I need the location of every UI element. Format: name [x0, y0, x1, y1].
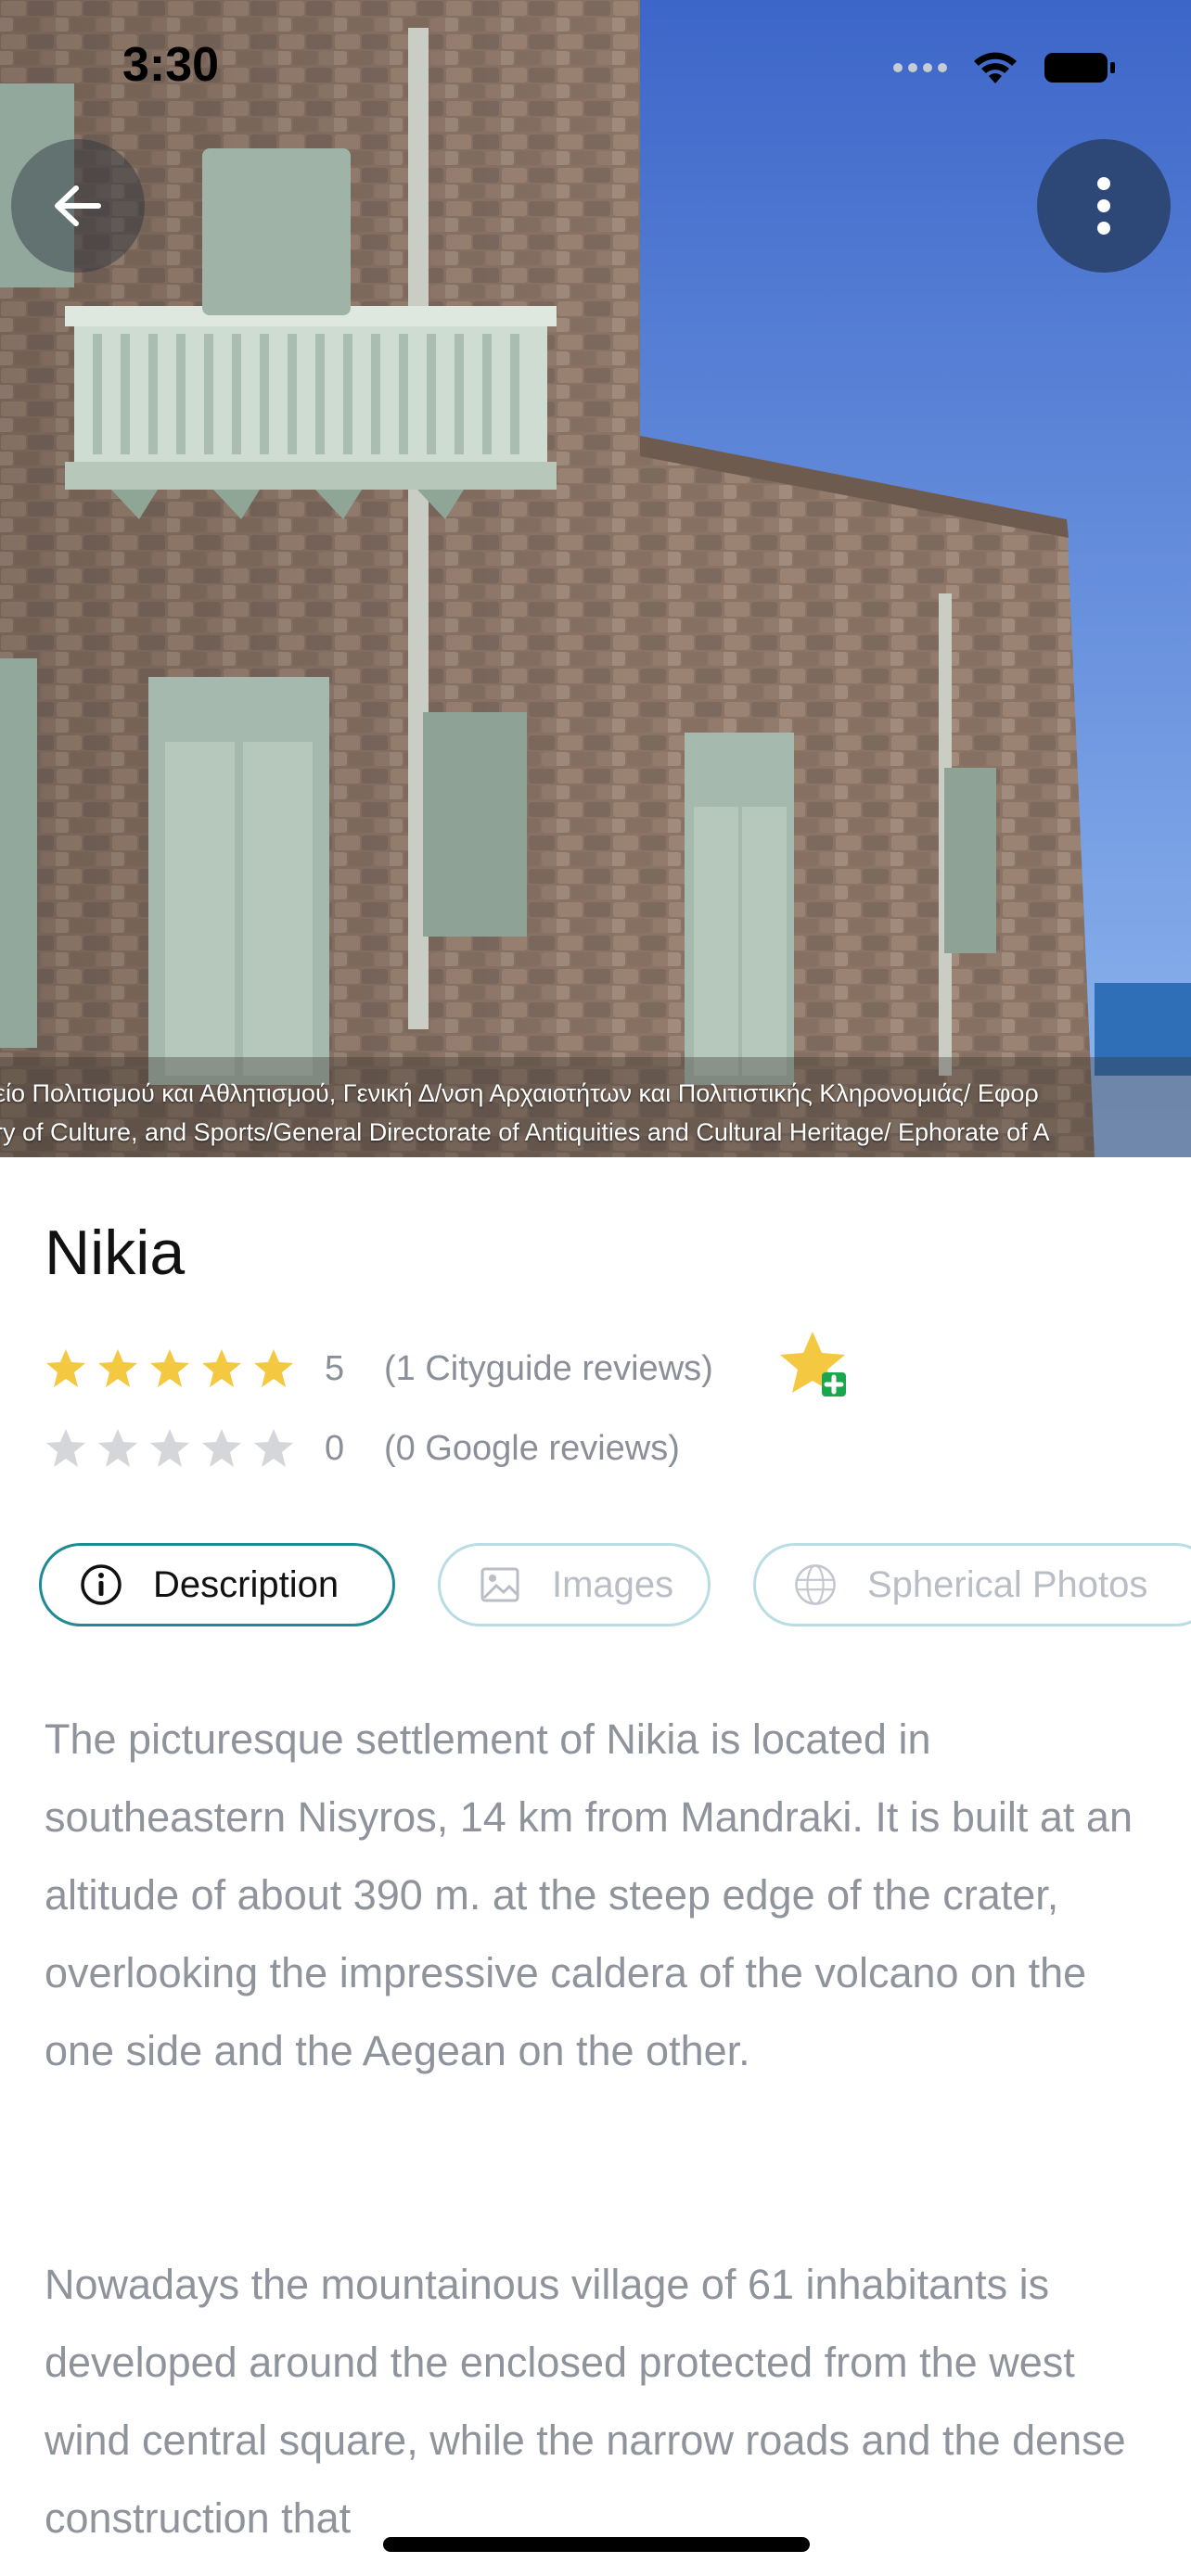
status-bar: 3:30 — [0, 0, 1191, 130]
add-favorite-button[interactable] — [779, 1328, 853, 1402]
cellular-signal-icon — [893, 63, 947, 72]
battery-icon — [1044, 53, 1115, 83]
tab-images[interactable]: Images — [438, 1543, 711, 1626]
hero-photo: 3:30 είο Πολιτισμού και Αθλητισμού, Γενι… — [0, 0, 1191, 1157]
cityguide-star-icon — [46, 1349, 85, 1387]
tab-spherical-photos[interactable]: Spherical Photos — [753, 1543, 1191, 1626]
wifi-icon — [974, 52, 1017, 83]
stone-building-photo — [0, 0, 1191, 1157]
star-add-icon — [780, 1332, 846, 1396]
cityguide-stars — [45, 1347, 306, 1390]
cityguide-star-icon — [254, 1349, 293, 1387]
tab-description[interactable]: Description — [39, 1543, 395, 1626]
status-icons — [892, 46, 1117, 89]
tab-description-label: Description — [153, 1563, 339, 1605]
place-title: Nikia — [45, 1218, 186, 1288]
image-icon — [478, 1562, 522, 1607]
google-rating-row: 0 (0 Google reviews) — [45, 1421, 680, 1476]
cityguide-rating-row: 5 (1 Cityguide reviews) — [45, 1341, 713, 1396]
arrow-left-icon — [55, 185, 101, 226]
status-time: 3:30 — [122, 38, 220, 92]
globe-360-icon — [793, 1562, 838, 1607]
google-star-icon — [150, 1429, 189, 1467]
info-icon — [79, 1562, 123, 1607]
tab-spherical-photos-label: Spherical Photos — [867, 1563, 1148, 1605]
more-options-button[interactable] — [1037, 139, 1171, 273]
cityguide-star-icon — [202, 1349, 241, 1387]
google-stars — [45, 1427, 306, 1470]
description-paragraph-2: Nowadays the mountainous village of 61 i… — [45, 2261, 1126, 2542]
tab-images-label: Images — [552, 1563, 674, 1605]
google-score: 0 — [325, 1428, 345, 1468]
google-star-icon — [254, 1429, 293, 1467]
google-reviews-link[interactable]: (0 Google reviews) — [384, 1429, 680, 1469]
back-button[interactable] — [11, 139, 145, 273]
cityguide-reviews-link[interactable]: (1 Cityguide reviews) — [384, 1349, 713, 1389]
vertical-dots-icon — [1097, 177, 1110, 235]
cityguide-score: 5 — [325, 1348, 345, 1388]
home-indicator — [383, 2537, 810, 2552]
google-star-icon — [46, 1429, 85, 1467]
photo-credit-line-1: είο Πολιτισμού και Αθλητισμού, Γενική Δ/… — [0, 1079, 1039, 1107]
google-star-icon — [98, 1429, 137, 1467]
photo-credit-line-2: ry of Culture, and Sports/General Direct… — [0, 1118, 1050, 1146]
photo-credit: είο Πολιτισμού και Αθλητισμού, Γενική Δ/… — [0, 1074, 1191, 1157]
google-star-icon — [202, 1429, 241, 1467]
cityguide-star-icon — [150, 1349, 189, 1387]
description-paragraph-1: The picturesque settlement of Nikia is l… — [45, 1715, 1133, 2074]
cityguide-star-icon — [98, 1349, 137, 1387]
